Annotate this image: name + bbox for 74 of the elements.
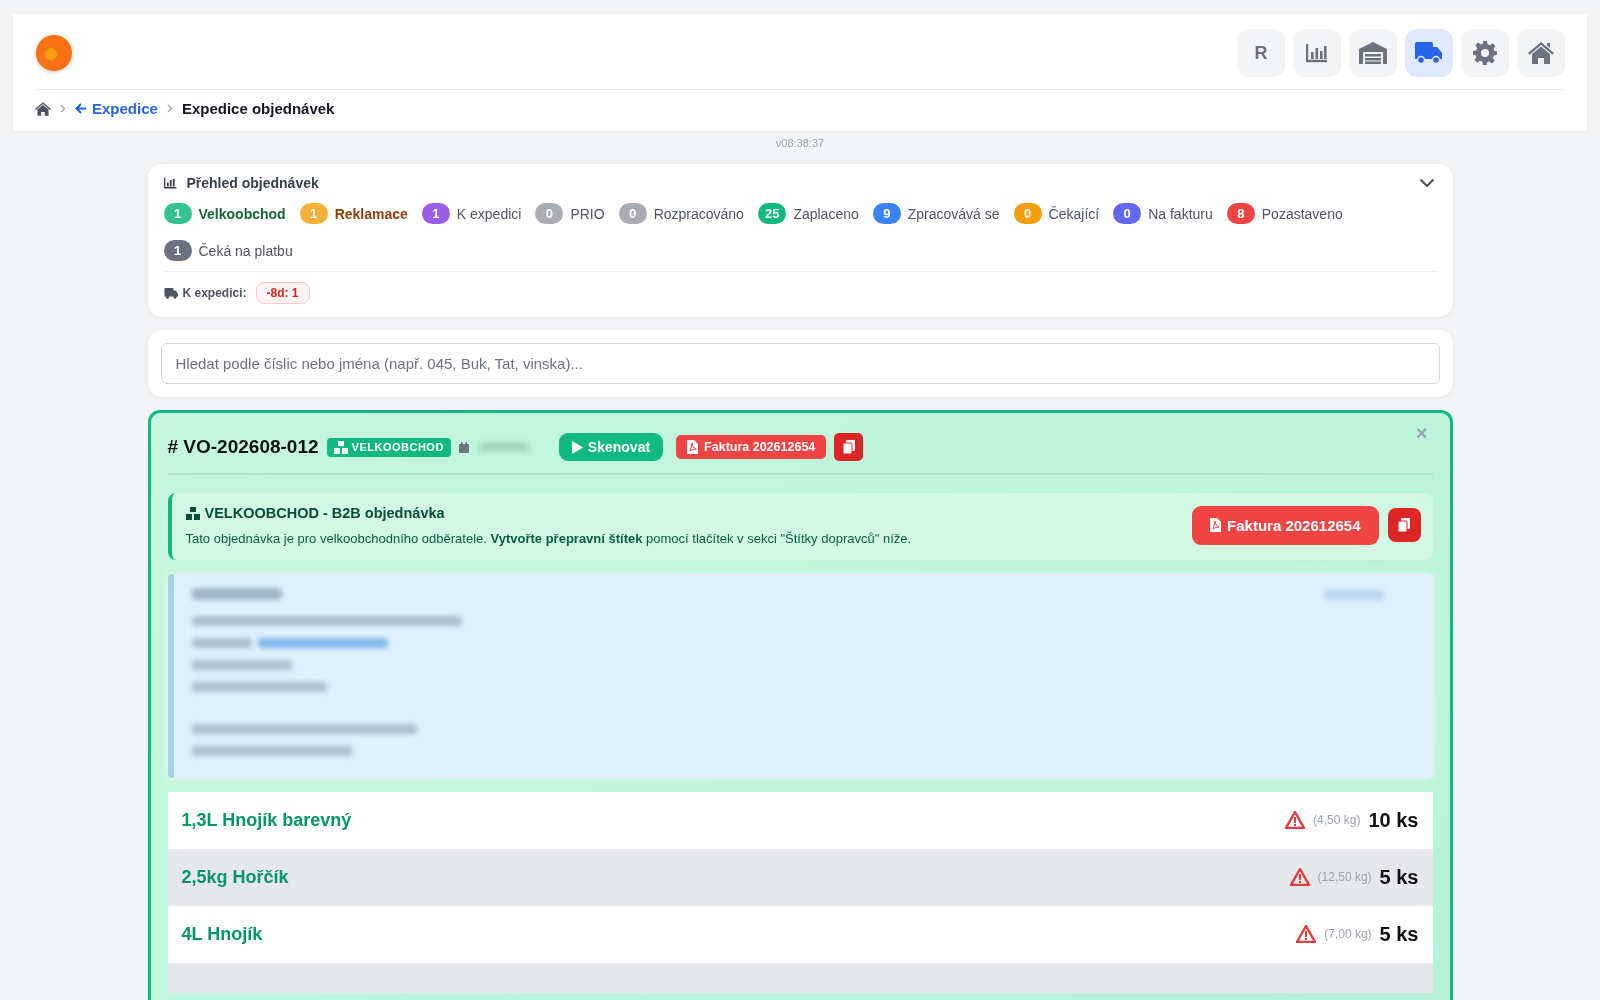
nav-button[interactable] (1293, 29, 1341, 77)
count-badge: 0 (535, 203, 564, 224)
nav-button[interactable] (1349, 29, 1397, 77)
nav-button[interactable] (1405, 29, 1453, 77)
warning-icon (1289, 868, 1310, 886)
current-page: Expedice objednávek (181, 100, 335, 117)
settings-icon (1473, 41, 1497, 65)
nav-button[interactable] (1461, 29, 1509, 77)
nav-button[interactable] (1517, 29, 1565, 77)
home-icon (1528, 42, 1554, 64)
arrow-left-icon (75, 103, 87, 114)
status-filter[interactable]: 0 Čekající (1013, 203, 1100, 224)
count-badge: 0 (618, 203, 647, 224)
product-name[interactable]: 1,3L Hnojík barevný (181, 809, 352, 831)
item-quantity: 5 ks (1379, 922, 1419, 946)
item-weight: (12,50 kg) (1317, 870, 1372, 884)
copy-button[interactable] (1387, 508, 1421, 543)
invoice-button[interactable]: Faktura 202612654 (676, 435, 827, 459)
item-weight: (7,00 kg) (1324, 927, 1372, 941)
boxes-icon (333, 440, 348, 454)
warning-icon (1296, 925, 1317, 943)
count-badge: 1 (421, 203, 450, 224)
item-quantity: 5 ks (1379, 865, 1419, 889)
status-filter[interactable]: 25 Zaplaceno (757, 203, 859, 224)
status-filter[interactable]: 0 Na fakturu (1113, 203, 1213, 224)
count-badge: 1 (163, 240, 192, 261)
logo-icon (36, 35, 72, 71)
chart-icon (163, 177, 177, 189)
invoice-button[interactable]: Faktura 202612654 (1192, 505, 1379, 545)
overdue-tag[interactable]: -8d: 1 (255, 282, 310, 304)
chevron-icon (166, 104, 173, 113)
dispatch-label: K expedici: (182, 286, 247, 300)
count-badge: 1 (163, 203, 192, 224)
nav-button[interactable]: R (1237, 29, 1285, 77)
copy-icon (842, 440, 855, 454)
boxes-icon (185, 506, 200, 520)
item-weight: (4,50 kg) (1313, 813, 1361, 827)
warehouse-icon (1359, 42, 1387, 64)
product-name[interactable]: 4L Hnojík (181, 923, 263, 945)
wholesale-badge: VELKOOBCHOD (326, 437, 451, 457)
chevron-icon (60, 104, 66, 113)
status-filter[interactable]: 0 PRIO (535, 203, 605, 224)
overview-title: Přehled objednávek (186, 175, 319, 191)
search-field[interactable]: Hledat podle číslic nebo jména (např. 045, Buk, Tat, vinska)... (160, 343, 1440, 384)
count-badge: 9 (872, 203, 901, 224)
play-icon (571, 440, 583, 454)
warning-icon (1285, 811, 1306, 829)
truck-icon (1415, 42, 1443, 64)
count-badge: 0 (1013, 203, 1042, 224)
pdf-file-icon (1210, 518, 1222, 533)
calendar-icon (458, 441, 469, 453)
pdf-file-icon (687, 440, 699, 454)
copy-button[interactable] (834, 433, 864, 461)
status-filter[interactable]: 8 Pozastaveno (1226, 203, 1343, 224)
status-filter[interactable]: 1 K expedici (421, 203, 522, 224)
status-filter[interactable]: 1 Velkoobchod (163, 203, 286, 224)
home-icon[interactable] (35, 101, 51, 116)
status-filter[interactable]: 0 Rozpracováno (618, 203, 744, 224)
status-filter[interactable]: 1 Čeká na platbu (163, 240, 293, 261)
copy-icon (1398, 518, 1410, 533)
status-filter[interactable]: 1 Reklamace (299, 203, 408, 224)
count-badge: 1 (299, 203, 328, 224)
truck-icon (163, 287, 179, 299)
notice-title: VELKOOBCHOD - B2B objednávka (185, 505, 445, 521)
chart-icon (1306, 43, 1328, 63)
order-number: # VO-202608-012 (167, 436, 319, 458)
version-label: v08:38:37 (774, 137, 826, 149)
item-quantity: 10 ks (1368, 808, 1419, 832)
status-filter[interactable]: 9 Zpracovává se (872, 203, 1000, 224)
back-link[interactable]: Expedice (75, 100, 158, 117)
count-badge: 0 (1113, 203, 1142, 224)
count-badge: 8 (1226, 203, 1255, 224)
notice-text: Tato objednávka je pro velkoobchodního odběratele. Vytvořte přepravní štítek pomocí tlačítek v sekci "Štítky dopravců" níže. (185, 530, 913, 546)
count-badge: 25 (757, 203, 787, 224)
